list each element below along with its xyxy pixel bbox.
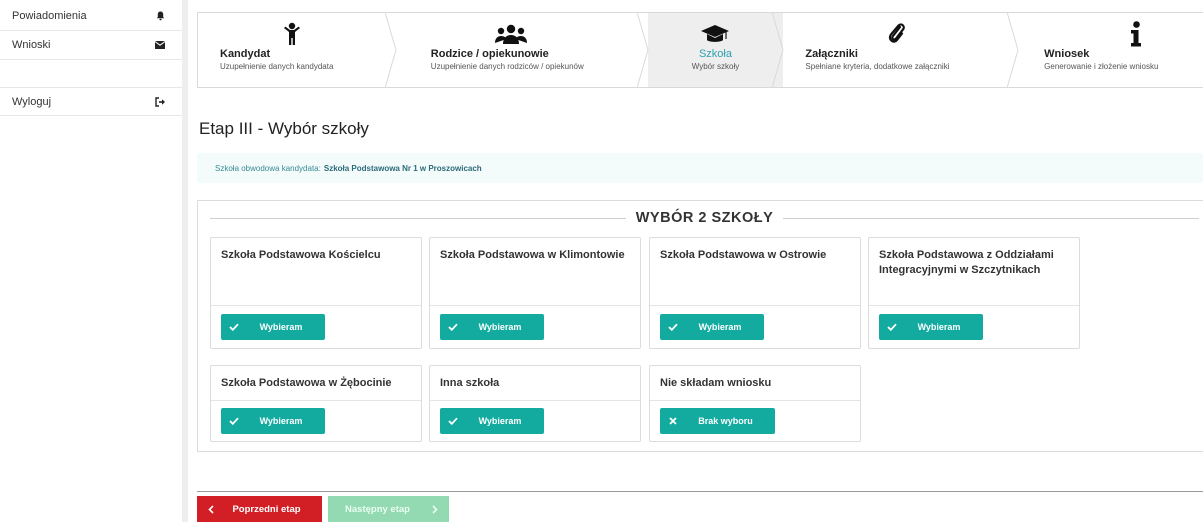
school-card: Szkoła Podstawowa Kościelcu Wybieram [210,237,422,349]
school-card: Szkoła Podstawowa z Oddziałami Integracy… [868,237,1080,349]
school-name: Szkoła Podstawowa z Oddziałami Integracy… [879,249,1054,276]
school-card: Inna szkoła Wybieram [429,365,641,442]
info-icon [1130,21,1203,47]
no-choice-button[interactable]: Brak wyboru [660,408,775,434]
sign-out-icon [154,96,166,108]
check-icon [660,323,686,331]
school-name: Nie składam wniosku [660,377,772,389]
bell-icon [154,10,166,22]
step-subtitle: Wybór szkoły [691,62,740,71]
previous-step-button[interactable]: Poprzedni etap [197,496,322,522]
district-school-info: Szkoła obwodowa kandydata: Szkoła Podsta… [197,153,1203,183]
school-name: Szkoła Podstawowa w Klimontowie [440,249,625,261]
check-icon [440,417,466,425]
panel-heading: WYBÓR 2 SZKOŁY [210,210,1200,226]
chevron-right-icon [421,504,449,514]
choose-school-button[interactable]: Wybieram [440,408,544,434]
child-icon [282,21,396,47]
choose-school-button[interactable]: Wybieram [440,314,544,340]
step-attachments[interactable]: Załączniki Spełniane kryteria, dodatkowe… [783,12,1019,88]
check-icon [440,323,466,331]
school-choice-panel: WYBÓR 2 SZKOŁY Szkoła Podstawowa Kościel… [197,200,1203,452]
school-card: Szkoła Podstawowa w Żębocinie Wybieram [210,365,422,442]
paperclip-icon [887,21,1018,47]
sidebar-item-logout[interactable]: Wyloguj [0,87,182,116]
step-title: Wniosek [1044,48,1090,60]
info-value: Szkoła Podstawowa Nr 1 w Proszowicach [323,163,482,173]
step-school[interactable]: Szkoła Wybór szkoły [647,12,784,88]
step-application[interactable]: Wniosek Generowanie i złożenie wniosku [1018,13,1203,87]
school-name: Szkoła Podstawowa Kościelcu [221,249,381,261]
close-icon [660,417,686,425]
step-subtitle: Generowanie i złożenie wniosku [1044,62,1159,71]
step-subtitle: Uzupełnienie danych rodziców / opiekunów [430,62,584,71]
check-icon [879,323,905,331]
school-card: Nie składam wniosku Brak wyboru [649,365,861,442]
step-title: Szkoła [698,48,732,60]
sidebar-item-notifications[interactable]: Powiadomienia [0,2,182,31]
choose-school-button[interactable]: Wybieram [660,314,764,340]
step-separator [772,12,784,88]
graduation-cap-icon [648,21,784,47]
step-separator [384,12,397,88]
school-name: Inna szkoła [440,377,500,389]
step-title: Rodzice / opiekunowie [430,48,549,60]
step-subtitle: Spełniane kryteria, dodatkowe załączniki [805,62,950,71]
sidebar-item-applications[interactable]: Wnioski [0,31,182,60]
panel-title: WYBÓR 2 SZKOŁY [635,210,774,226]
step-title: Kandydat [220,48,271,60]
choose-school-button[interactable]: Wybieram [221,408,325,434]
school-card: Szkoła Podstawowa w Klimontowie Wybieram [429,237,641,349]
sidebar: Powiadomienia Wnioski Wyloguj [0,0,188,522]
info-label: Szkoła obwodowa kandydata: [215,163,321,173]
step-separator [1007,12,1019,88]
users-icon [493,21,648,47]
envelope-icon [154,39,166,51]
step-candidate[interactable]: Kandydat Uzupełnienie danych kandydata [198,12,397,88]
choose-school-button[interactable]: Wybieram [221,314,325,340]
wizard-steps: Kandydat Uzupełnienie danych kandydata R… [197,12,1203,88]
school-name: Szkoła Podstawowa w Ostrowie [660,249,827,261]
step-parents[interactable]: Rodzice / opiekunowie Uzupełnienie danyc… [396,12,649,88]
step-separator [636,12,649,88]
school-card: Szkoła Podstawowa w Ostrowie Wybieram [649,237,861,349]
check-icon [221,323,247,331]
step-title: Załączniki [805,48,858,60]
choose-school-button[interactable]: Wybieram [879,314,983,340]
next-step-button[interactable]: Następny etap [328,496,449,522]
school-name: Szkoła Podstawowa w Żębocinie [221,377,392,389]
check-icon [221,417,247,425]
sidebar-item-label: Wyloguj [12,95,52,108]
sidebar-item-label: Powiadomienia [12,10,87,22]
chevron-left-icon [197,504,225,514]
step-subtitle: Uzupełnienie danych kandydata [220,62,334,71]
bottom-divider [197,491,1203,492]
sidebar-item-label: Wnioski [12,39,51,51]
page-title: Etap III - Wybór szkoły [199,119,369,138]
